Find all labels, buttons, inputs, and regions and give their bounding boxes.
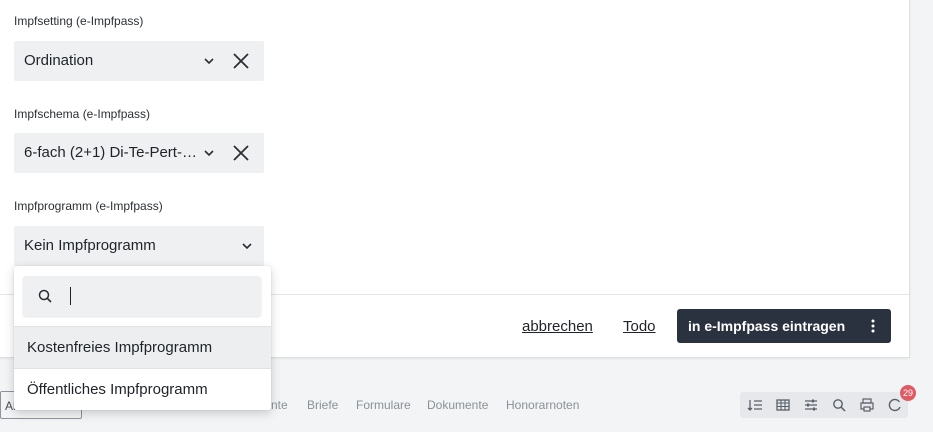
tab-honorarnoten[interactable]: Honorarnoten <box>506 398 579 412</box>
text-cursor <box>70 287 71 305</box>
notification-badge: 29 <box>900 385 916 401</box>
impfsetting-label: Impfsetting (e-Impfpass) <box>14 14 144 28</box>
close-icon[interactable] <box>230 50 252 72</box>
cancel-button[interactable]: abbrechen <box>522 318 593 335</box>
dropdown-option[interactable]: Öffentliches Impfprogramm <box>14 368 271 410</box>
scroll-track <box>925 0 933 432</box>
tab-briefe[interactable]: Briefe <box>307 398 338 412</box>
tab-formulare[interactable]: Formulare <box>356 398 411 412</box>
save-to-eimpfpass-label: in e-Impfpass eintragen <box>688 318 846 334</box>
impfsetting-select[interactable]: Ordination <box>14 41 264 81</box>
refresh-icon[interactable] <box>887 397 903 413</box>
more-options-icon[interactable] <box>865 318 881 334</box>
impfprogramm-select[interactable]: Kein Impfprogramm <box>14 226 264 266</box>
impfsetting-value: Ordination <box>24 52 94 69</box>
chevron-down-icon[interactable] <box>239 238 255 254</box>
dropdown-option-label: Kostenfreies Impfprogramm <box>27 339 213 356</box>
dropdown-option-label: Öffentliches Impfprogramm <box>27 381 208 398</box>
chevron-down-icon[interactable] <box>201 145 217 161</box>
tab-dokumente[interactable]: Dokumente <box>427 398 488 412</box>
save-to-eimpfpass-button[interactable]: in e-Impfpass eintragen <box>677 309 891 343</box>
print-icon[interactable] <box>859 397 875 413</box>
dropdown-option[interactable]: Kostenfreies Impfprogramm <box>14 326 271 368</box>
impfschema-value: 6-fach (2+1) Di-Te-Pert-Hi... <box>24 144 202 161</box>
sliders-icon[interactable] <box>803 397 819 413</box>
search-icon[interactable] <box>831 397 847 413</box>
view-toolbar <box>740 392 908 418</box>
chevron-down-icon[interactable] <box>201 53 217 69</box>
impfschema-label: Impfschema (e-Impfpass) <box>14 107 151 121</box>
impfprogramm-dropdown: Kostenfreies Impfprogramm Öffentliches I… <box>14 266 271 410</box>
sort-list-icon[interactable] <box>747 397 763 413</box>
impfprogramm-label: Impfprogramm (e-Impfpass) <box>14 199 163 213</box>
impfschema-select[interactable]: 6-fach (2+1) Di-Te-Pert-Hi... <box>14 133 264 173</box>
table-icon[interactable] <box>775 397 791 413</box>
search-icon <box>38 289 52 303</box>
tab-item[interactable]: nte <box>271 398 288 412</box>
impfprogramm-value: Kein Impfprogramm <box>24 237 156 254</box>
todo-button[interactable]: Todo <box>623 318 656 335</box>
dropdown-search-input[interactable] <box>23 276 261 316</box>
close-icon[interactable] <box>230 142 252 164</box>
